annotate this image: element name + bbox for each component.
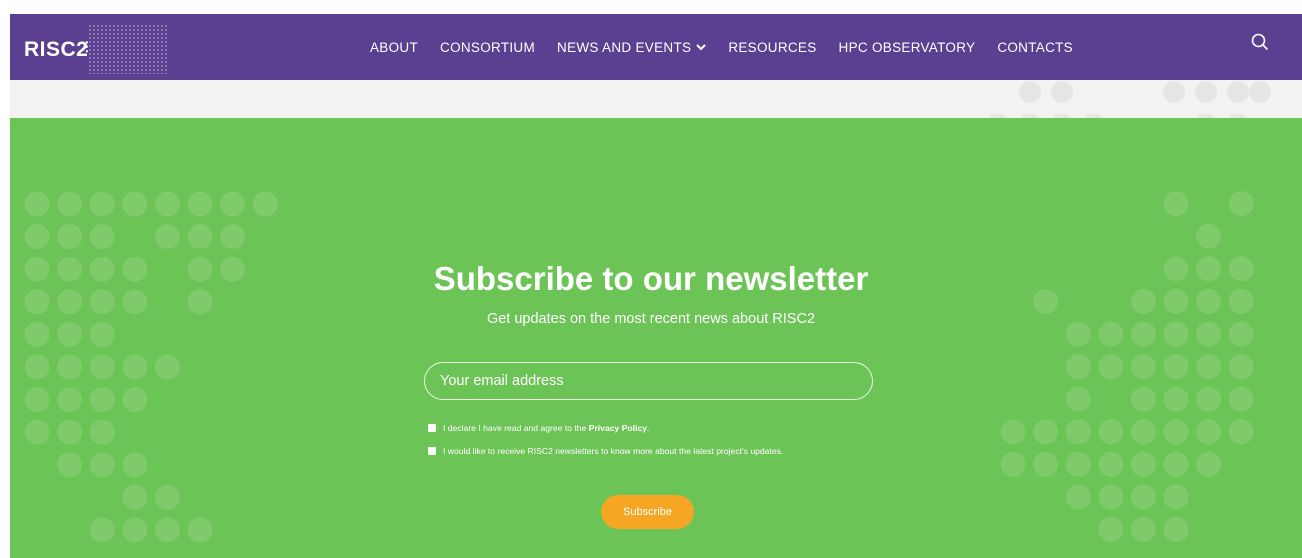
logo-dot-map (88, 24, 168, 74)
newsletter-section (10, 118, 1302, 558)
search-button[interactable] (1250, 32, 1274, 56)
nav-item-hpc-observatory[interactable]: HPC OBSERVATORY (839, 40, 976, 55)
nav-item-resources[interactable]: RESOURCES (728, 40, 816, 55)
search-icon (1251, 33, 1269, 51)
decorative-dots (988, 81, 1271, 118)
nav-item-label: CONSORTIUM (440, 39, 536, 55)
risc2-logo[interactable]: RISC2 ⁝ (10, 14, 170, 80)
newsletter-consent-label: I would like to receive RISC2 newsletter… (443, 446, 784, 456)
subscribe-button[interactable]: Subscribe (601, 495, 694, 529)
nav-item-label: ABOUT (370, 39, 419, 55)
newsletter-consent-row: I would like to receive RISC2 newsletter… (428, 446, 783, 456)
logo-arrow-icon: ⁝ (84, 37, 90, 57)
nav-item-label: CONTACTS (997, 39, 1073, 55)
logo-text: RISC2 (24, 38, 89, 61)
decorative-dot-map (24, 191, 1254, 543)
newsletter-title: Subscribe to our newsletter (433, 260, 869, 297)
nav-item-label: RESOURCES (728, 39, 817, 55)
privacy-checkbox[interactable] (428, 424, 436, 432)
privacy-consent-row: I declare I have read and agree to the P… (428, 423, 649, 433)
newsletter-subtitle: Get updates on the most recent news abou… (486, 311, 816, 327)
nav-item-label: NEWS AND EVENTS (557, 39, 692, 55)
nav-item-label: HPC OBSERVATORY (838, 39, 976, 55)
privacy-consent-label: I declare I have read and agree to the P… (443, 423, 650, 433)
newsletter-checkbox[interactable] (428, 447, 436, 455)
nav-item-news-and-events[interactable]: NEWS AND EVENTS (557, 39, 707, 55)
subscribe-button-label: Subscribe (623, 506, 672, 518)
grey-band (10, 80, 1302, 118)
chevron-down-icon (696, 43, 707, 50)
main-nav: ABOUT CONSORTIUM NEWS AND EVENTS RESOURC… (370, 14, 1095, 80)
nav-item-consortium[interactable]: CONSORTIUM (440, 40, 535, 55)
nav-item-about[interactable]: ABOUT (370, 40, 418, 55)
nav-item-contacts[interactable]: CONTACTS (997, 40, 1073, 55)
privacy-policy-link[interactable]: Privacy Policy (589, 423, 647, 433)
email-input[interactable] (424, 362, 873, 400)
